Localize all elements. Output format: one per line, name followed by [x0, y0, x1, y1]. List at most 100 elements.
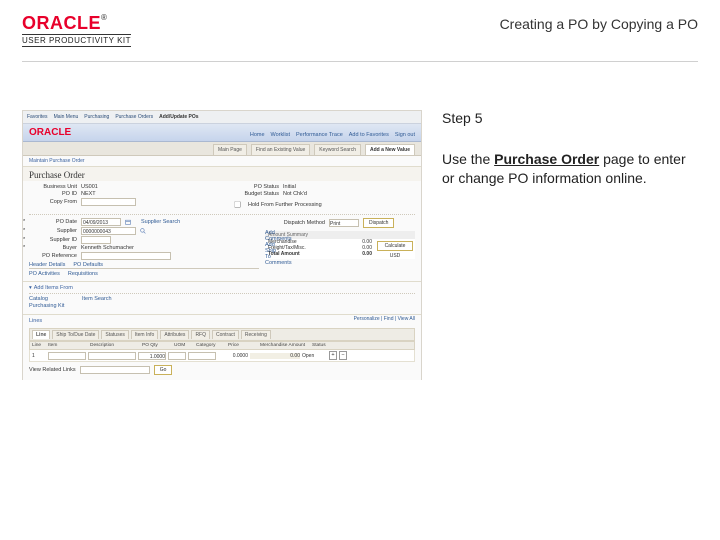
tab[interactable]: Keyword Search	[314, 144, 361, 155]
doc-title: Creating a PO by Copying a PO	[500, 16, 698, 32]
bu-value: US001	[81, 184, 98, 190]
search-icon[interactable]	[140, 228, 146, 234]
dispatch-select[interactable]: Print	[329, 219, 359, 227]
product-line: USER PRODUCTIVITY KIT	[22, 34, 131, 47]
nav-signout[interactable]: Sign out	[395, 132, 415, 138]
crumb[interactable]: Main Menu	[54, 114, 79, 120]
nav-worklist[interactable]: Worklist	[271, 132, 290, 138]
nav-fav[interactable]: Add to Favorites	[349, 132, 389, 138]
crumb-current: Add/Update POs	[159, 114, 198, 120]
supplier-input[interactable]: 0000000043	[81, 227, 136, 235]
lines-grid-header: Line Item Description PO Qty UOM Categor…	[29, 341, 415, 350]
calendar-icon[interactable]	[125, 219, 131, 225]
copy-from-label: Copy From	[29, 199, 77, 205]
lines-tab[interactable]: Item Info	[131, 330, 158, 339]
hold-checkbox[interactable]	[234, 201, 241, 208]
link[interactable]: PO Defaults	[73, 262, 103, 268]
doc-header: ORACLE® USER PRODUCTIVITY KIT Creating a…	[22, 14, 698, 62]
supplierid-label: Supplier ID	[29, 237, 77, 243]
poid-label: PO ID	[29, 191, 77, 197]
crumb[interactable]: Favorites	[27, 114, 48, 120]
cell-qty-input[interactable]: 1.0000	[138, 352, 166, 360]
cell-desc-input[interactable]	[88, 352, 136, 360]
col-cat: Category	[196, 343, 226, 348]
poref-label: PO Reference	[29, 253, 77, 259]
logo-tm: ®	[101, 13, 107, 22]
page-tabs: Main Page Find an Existing Value Keyword…	[23, 142, 421, 156]
hold-label: Hold From Further Processing	[248, 202, 322, 208]
col-status: Status	[312, 343, 337, 348]
crumb[interactable]: Purchase Orders	[115, 114, 153, 120]
instruction-pane: Step 5 Use the Purchase Order page to en…	[422, 110, 698, 380]
lines-tab[interactable]: Line	[32, 330, 50, 339]
cell-uom-input[interactable]	[168, 352, 186, 360]
lines-tabstrip: Line Ship To/Due Date Statuses Item Info…	[29, 328, 415, 341]
nav-perf[interactable]: Performance Trace	[296, 132, 343, 138]
budget-status-label: Budget Status	[231, 191, 279, 197]
lines-tab[interactable]: Contract	[212, 330, 239, 339]
dispatch-label: Dispatch Method	[265, 220, 325, 226]
app-window: Favorites Main Menu Purchasing Purchase …	[22, 110, 422, 380]
lines-section[interactable]: Lines	[29, 316, 42, 326]
header-link-tabs: Header Details PO Defaults	[29, 262, 259, 269]
logo-text: ORACLE	[22, 13, 101, 33]
add-items-section[interactable]: ▾Add Items From	[29, 283, 415, 294]
link[interactable]: PO Activities	[29, 271, 60, 277]
tab[interactable]: Find an Existing Value	[251, 144, 310, 155]
catalog-link[interactable]: Catalog	[29, 296, 48, 302]
oracle-logo: ORACLE®	[22, 14, 131, 32]
supplier-label: Supplier	[29, 228, 77, 234]
cell-line: 1	[32, 353, 46, 359]
view-related-label: View Related Links	[29, 367, 76, 373]
po-header-form: Business UnitUS001 PO IDNEXT Copy From P…	[23, 181, 421, 282]
lines-tab[interactable]: Statuses	[101, 330, 128, 339]
dispatch-button[interactable]: Dispatch	[363, 218, 394, 228]
lines-menu[interactable]: Personalize | Find | View All	[354, 316, 415, 328]
col-desc: Description	[90, 343, 140, 348]
lines-tab[interactable]: Receiving	[241, 330, 271, 339]
col-qty: PO Qty	[142, 343, 172, 348]
delete-row-icon[interactable]: −	[339, 351, 347, 360]
calculate-button[interactable]: Calculate	[377, 241, 413, 251]
link[interactable]: Requisitions	[68, 271, 98, 277]
table-row: 1 1.0000 0.0000 0.00 Open + −	[29, 350, 415, 362]
col-line: Line	[32, 343, 46, 348]
view-related-select[interactable]	[80, 366, 150, 374]
poref-input[interactable]	[81, 252, 171, 260]
item-search-link[interactable]: Item Search	[82, 296, 112, 302]
nav-home[interactable]: Home	[250, 132, 265, 138]
breadcrumb-menu[interactable]: Favorites Main Menu Purchasing Purchase …	[23, 111, 421, 124]
currency: USD	[375, 253, 415, 259]
app-brand: ORACLE	[29, 127, 71, 138]
total-val: 0.00	[362, 251, 372, 257]
col-item: Item	[48, 343, 88, 348]
collapse-icon: ▾	[29, 285, 32, 291]
add-row-icon[interactable]: +	[329, 351, 337, 360]
cell-item-input[interactable]	[48, 352, 86, 360]
go-button[interactable]: Go	[154, 365, 173, 375]
top-nav: Home Worklist Performance Trace Add to F…	[250, 132, 415, 138]
app-screenshot: Favorites Main Menu Purchasing Purchase …	[22, 110, 422, 380]
lines-tab[interactable]: Attributes	[160, 330, 189, 339]
pkit-link[interactable]: Purchasing Kit	[29, 303, 64, 309]
supplier-search-link[interactable]: Supplier Search	[141, 219, 180, 225]
crumb[interactable]: Purchasing	[84, 114, 109, 120]
main: Favorites Main Menu Purchasing Purchase …	[22, 110, 698, 380]
col-price: Price	[228, 343, 258, 348]
po-date-label: PO Date	[29, 219, 77, 225]
tab-active[interactable]: Add a New Value	[365, 144, 415, 155]
cell-price: 0.0000	[218, 353, 248, 359]
lines-tab[interactable]: RFQ	[191, 330, 210, 339]
lines-tab[interactable]: Ship To/Due Date	[52, 330, 99, 339]
col-uom: UOM	[174, 343, 194, 348]
col-amt: Merchandise Amount	[260, 343, 310, 348]
poid-value: NEXT	[81, 191, 96, 197]
tab[interactable]: Main Page	[213, 144, 247, 155]
step-pre: Use the	[442, 151, 494, 167]
budget-status-value: Not Chk'd	[283, 191, 307, 197]
po-date-input[interactable]: 04/09/2013	[81, 218, 121, 226]
copy-from-select[interactable]	[81, 198, 136, 206]
supplierid-input[interactable]	[81, 236, 111, 244]
cell-cat-input[interactable]	[188, 352, 216, 360]
link[interactable]: Header Details	[29, 262, 65, 268]
